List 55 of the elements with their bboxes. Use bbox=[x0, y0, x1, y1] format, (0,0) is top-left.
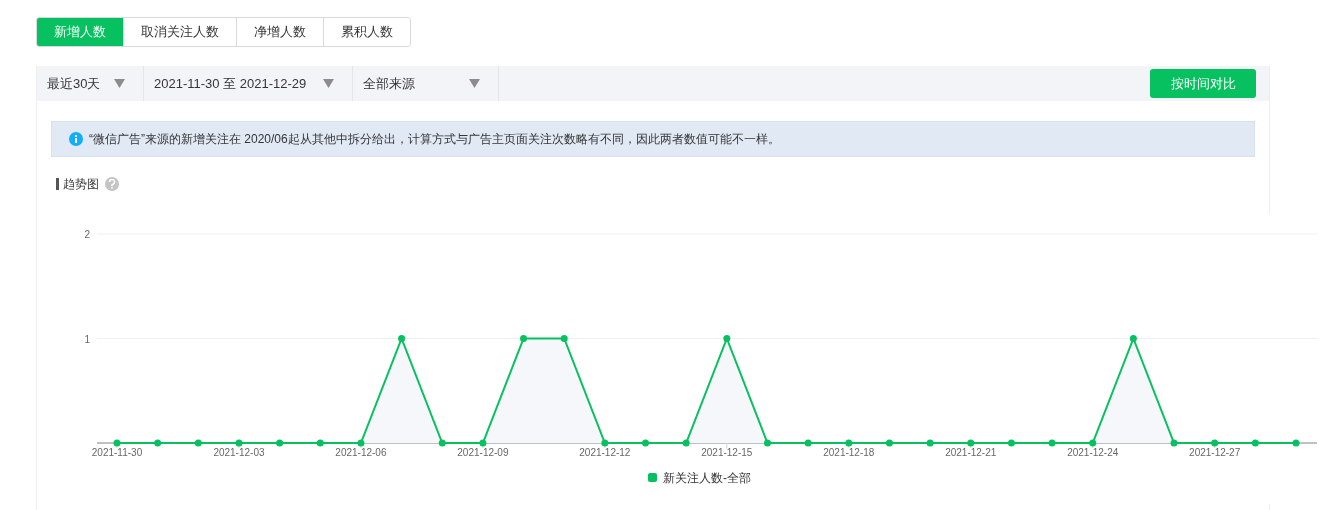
axis-label: 2021-12-24 bbox=[1067, 447, 1119, 458]
data-point bbox=[1089, 439, 1097, 447]
data-point bbox=[398, 335, 406, 342]
caret-icon bbox=[114, 79, 125, 88]
notice-text: “微信广告”来源的新增关注在 2020/06起从其他中拆分给出，计算方式与广告主页面关注次数略有不同，因此两者数值可能不一样。 bbox=[89, 131, 780, 148]
data-point bbox=[1048, 439, 1056, 447]
data-point bbox=[276, 439, 284, 447]
axis-label: 2021-12-06 bbox=[335, 447, 387, 458]
section-title: 趋势图 bbox=[63, 176, 99, 193]
legend-label[interactable]: 新关注人数-全部 bbox=[663, 471, 751, 485]
axis-label: 2 bbox=[84, 229, 90, 240]
data-point bbox=[1251, 439, 1259, 447]
data-point bbox=[804, 439, 812, 447]
data-point bbox=[723, 335, 731, 342]
tab[interactable]: 累积人数 bbox=[323, 18, 410, 46]
axis-label: 2021-12-18 bbox=[823, 447, 875, 458]
data-point bbox=[479, 439, 487, 447]
data-point bbox=[113, 439, 121, 447]
data-point bbox=[1292, 439, 1300, 447]
data-point bbox=[438, 439, 446, 447]
filter-dropdown[interactable]: 最近30天 bbox=[37, 66, 144, 101]
axis-label: 2021-12-12 bbox=[579, 447, 631, 458]
axis-label: 2021-12-21 bbox=[945, 447, 997, 458]
caret-icon bbox=[469, 79, 480, 88]
axis-label: 2021-11-30 bbox=[91, 447, 143, 458]
data-point bbox=[560, 335, 568, 342]
axis-label: 2021-12-09 bbox=[457, 447, 509, 458]
data-point bbox=[642, 439, 649, 447]
data-point bbox=[1007, 439, 1015, 447]
data-point bbox=[154, 439, 162, 447]
data-point bbox=[885, 439, 893, 447]
help-icon[interactable] bbox=[105, 177, 119, 191]
axis-label: 2021-12-03 bbox=[213, 447, 265, 458]
data-point bbox=[682, 439, 690, 447]
data-point bbox=[967, 439, 975, 447]
data-point bbox=[926, 439, 934, 447]
data-point bbox=[845, 439, 853, 447]
data-point bbox=[1129, 335, 1137, 342]
data-point bbox=[194, 439, 202, 447]
data-point bbox=[764, 439, 771, 447]
axis-label: 2021-12-15 bbox=[701, 447, 753, 458]
axis-label: 1 bbox=[84, 333, 90, 345]
section-marker bbox=[56, 178, 59, 190]
data-point bbox=[601, 439, 609, 447]
data-point bbox=[357, 439, 365, 447]
filter-dropdown[interactable]: 2021-11-30 至 2021-12-29 bbox=[144, 66, 353, 101]
axis-label: 2021-12-27 bbox=[1189, 447, 1241, 458]
data-point bbox=[520, 335, 528, 342]
data-point bbox=[1211, 439, 1219, 447]
caret-icon bbox=[323, 79, 334, 88]
filter-dropdown[interactable]: 全部来源 bbox=[353, 66, 499, 101]
info-icon bbox=[69, 132, 83, 146]
data-point bbox=[1170, 439, 1178, 447]
data-point bbox=[235, 439, 243, 447]
data-point bbox=[316, 439, 324, 447]
